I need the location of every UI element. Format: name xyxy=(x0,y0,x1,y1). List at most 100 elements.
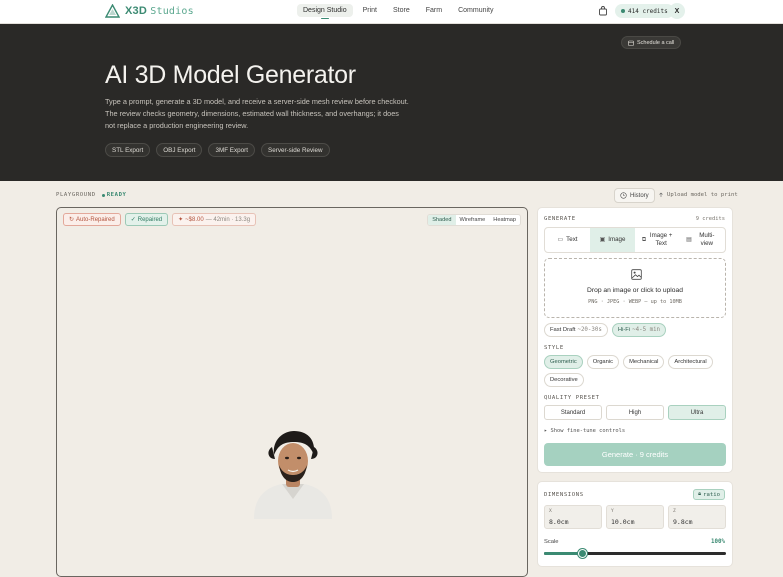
chip-server-side-review: Server-side Review xyxy=(261,143,330,157)
style-mechanical[interactable]: Mechanical xyxy=(623,355,665,369)
scale-value: 100% xyxy=(711,539,725,545)
auto-repair-icon: ↻ xyxy=(69,217,75,223)
style-decorative[interactable]: Decorative xyxy=(544,373,584,387)
calendar-icon xyxy=(628,40,634,46)
cost-meta: — 42min · 13.3g xyxy=(205,216,251,223)
shopping-bag-icon[interactable] xyxy=(598,6,608,16)
check-icon: ✓ xyxy=(130,217,136,223)
avatar[interactable]: X xyxy=(669,3,685,19)
mode-wireframe[interactable]: Wireframe xyxy=(456,215,490,225)
nav-link-farm[interactable]: Farm xyxy=(420,4,448,17)
image-upload-icon xyxy=(631,269,642,280)
tab-image[interactable]: ▣ Image xyxy=(590,228,635,252)
chip-obj-export: OBJ Export xyxy=(156,143,203,157)
nav-link-community[interactable]: Community xyxy=(452,4,499,17)
nav-link-store[interactable]: Store xyxy=(387,4,416,17)
image-text-icon: ⧉ xyxy=(641,237,647,243)
credits-count: 414 credits xyxy=(628,7,668,15)
generate-header: GENERATE xyxy=(544,216,576,222)
status-badge: READY xyxy=(101,192,127,198)
cost-badge: ✦ ~$8.00 — 42min · 13.3g xyxy=(172,213,257,226)
schedule-call-button[interactable]: Schedule a call xyxy=(621,36,682,49)
history-button[interactable]: History xyxy=(614,188,655,203)
format-chips: STL Export OBJ Export 3MF Export Server-… xyxy=(105,143,330,157)
status-text: READY xyxy=(106,192,127,198)
style-label: STYLE xyxy=(544,345,564,351)
scale-slider-handle[interactable] xyxy=(577,549,587,558)
scale-slider[interactable] xyxy=(544,549,726,558)
tab-image-text[interactable]: ⧉ Image + Text xyxy=(635,228,680,252)
chip-3mf-export: 3MF Export xyxy=(208,143,256,157)
style-options: Geometric Organic Mechanical Architectur… xyxy=(544,355,713,369)
history-label: History xyxy=(630,192,649,199)
credits-badge[interactable]: 414 credits xyxy=(615,4,674,18)
logo[interactable]: X3D Studios xyxy=(105,3,194,19)
model-viewer[interactable]: ↻ Auto-Repaired ✓ Repaired ✦ ~$8.00 — 42… xyxy=(56,207,528,577)
style-organic[interactable]: Organic xyxy=(586,355,620,369)
generate-cost: 9 credits xyxy=(695,216,725,222)
speed-options: Fast Draft ~20-30s Hi-Fi ~4-5 min xyxy=(544,323,667,337)
quality-presets: Standard High Ultra xyxy=(544,405,726,420)
style-geometric[interactable]: Geometric xyxy=(544,355,583,369)
nav-links: Design Studio Print Store Farm Community xyxy=(297,4,499,19)
render-mode-toggle: Shaded Wireframe Heatmap xyxy=(427,214,521,226)
x-value: 8.0cm xyxy=(549,518,569,526)
quality-ultra[interactable]: Ultra xyxy=(668,405,726,420)
tab-text[interactable]: ▭ Text xyxy=(545,228,590,252)
playground-label: PLAYGROUND READY xyxy=(56,192,127,198)
playground-title: PLAYGROUND xyxy=(56,192,96,198)
page-title: AI 3D Model Generator xyxy=(105,61,356,89)
clock-icon xyxy=(620,192,627,199)
model-preview xyxy=(254,431,332,519)
top-nav: X3D Studios Design Studio Print Store Fa… xyxy=(0,0,783,24)
dimension-z-field[interactable]: Z 9.8cm xyxy=(668,505,726,529)
y-label: Y xyxy=(611,509,614,514)
upload-icon xyxy=(659,192,663,197)
ratio-lock-toggle[interactable]: 🔒︎ ratio xyxy=(693,489,725,500)
credits-dot-icon xyxy=(621,9,625,13)
speed-hi-fi[interactable]: Hi-Fi ~4-5 min xyxy=(611,323,667,337)
style-options-row-2: Decorative xyxy=(544,373,584,387)
dropzone-title: Drop an image or click to upload xyxy=(587,287,683,294)
fine-tune-toggle[interactable]: ▸ Show fine-tune controls xyxy=(544,428,625,434)
brand-name: X3D Studios xyxy=(125,5,194,17)
logo-icon xyxy=(105,4,120,18)
input-mode-tabs: ▭ Text ▣ Image ⧉ Image + Text ▤ Multi-vi… xyxy=(544,227,726,253)
hero-section: Schedule a call AI 3D Model Generator Ty… xyxy=(0,24,783,181)
sparkle-icon: ✦ xyxy=(178,217,184,223)
text-icon: ▭ xyxy=(557,237,564,243)
x-label: X xyxy=(549,509,552,514)
y-value: 10.0cm xyxy=(611,518,635,526)
upload-model-label: Upload model to print xyxy=(667,192,738,198)
quality-standard[interactable]: Standard xyxy=(544,405,602,420)
dimension-x-field[interactable]: X 8.0cm xyxy=(544,505,602,529)
repaired-badge: ✓ Repaired xyxy=(124,213,169,226)
status-dot-icon xyxy=(101,193,105,197)
upload-model-link[interactable]: Upload model to print xyxy=(658,192,738,198)
hero-description: Type a prompt, generate a 3D model, and … xyxy=(105,97,409,131)
lock-icon: 🔒︎ xyxy=(698,491,702,497)
z-value: 9.8cm xyxy=(673,518,693,526)
quality-label: QUALITY PRESET xyxy=(544,395,600,401)
mesh-badges: ↻ Auto-Repaired ✓ Repaired ✦ ~$8.00 — 42… xyxy=(63,213,257,226)
dimension-y-field[interactable]: Y 10.0cm xyxy=(606,505,664,529)
mode-heatmap[interactable]: Heatmap xyxy=(489,215,520,225)
chip-stl-export: STL Export xyxy=(105,143,151,157)
auto-repaired-badge: ↻ Auto-Repaired xyxy=(63,213,121,226)
scale-label: Scale xyxy=(544,539,559,545)
nav-link-print[interactable]: Print xyxy=(357,4,383,17)
image-upload-dropzone[interactable]: Drop an image or click to upload PNG · J… xyxy=(544,258,726,318)
style-architectural[interactable]: Architectural xyxy=(668,355,713,369)
dimensions-panel: DIMENSIONS 🔒︎ ratio X 8.0cm Y 10.0cm Z 9… xyxy=(537,481,733,567)
generate-panel: GENERATE 9 credits ▭ Text ▣ Image ⧉ Imag… xyxy=(537,207,733,473)
generate-button[interactable]: Generate · 9 credits xyxy=(544,443,726,466)
multi-view-icon: ▤ xyxy=(686,237,692,243)
dropzone-formats: PNG · JPEG · WEBP — up to 10MB xyxy=(588,299,682,305)
dimension-fields: X 8.0cm Y 10.0cm Z 9.8cm xyxy=(544,505,726,529)
quality-high[interactable]: High xyxy=(606,405,664,420)
speed-fast-draft[interactable]: Fast Draft ~20-30s xyxy=(544,323,608,337)
nav-link-design-studio[interactable]: Design Studio xyxy=(297,4,353,19)
mode-shaded[interactable]: Shaded xyxy=(428,215,456,225)
tab-multi-view[interactable]: ▤ Multi-view xyxy=(680,228,725,252)
schedule-call-label: Schedule a call xyxy=(637,39,675,46)
